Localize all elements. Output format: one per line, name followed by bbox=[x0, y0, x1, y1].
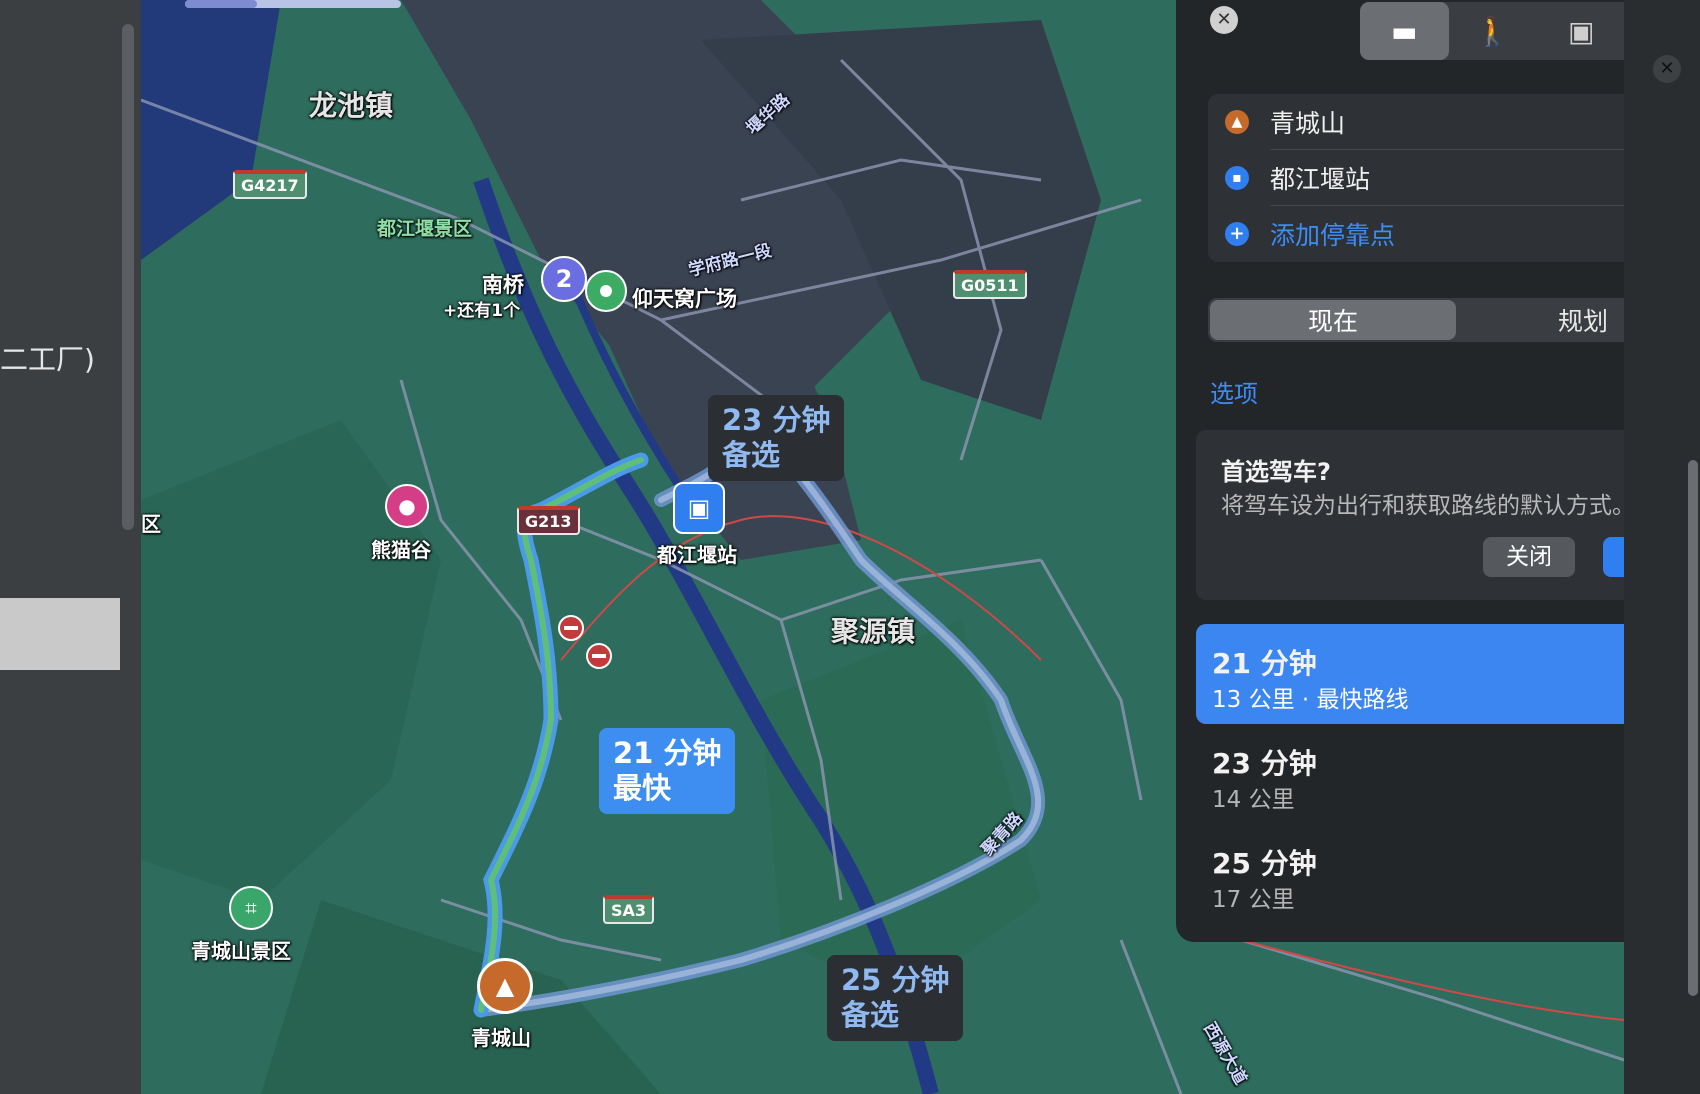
directions-panel: ✕ ▬ 🚶 ▣ ◎ ▲ 青城山 ▪ 都江堰站 + 添加停靠点 bbox=[1176, 0, 1624, 942]
route-callout-label: 备选 bbox=[841, 998, 900, 1032]
route-callout-alt-25[interactable]: 25 分钟 备选 bbox=[827, 955, 964, 1041]
highway-shield-g4217: G4217 bbox=[233, 170, 307, 199]
train-station-icon[interactable]: ▣ bbox=[673, 482, 725, 534]
route-info: 17 公里 bbox=[1212, 887, 1295, 913]
route-time: 25 分钟 bbox=[1212, 847, 1317, 880]
plus-icon: + bbox=[1225, 222, 1249, 246]
tab-plan[interactable]: 规划 bbox=[1460, 300, 1624, 340]
transport-mode-selector: ▬ 🚶 ▣ ◎ bbox=[1360, 2, 1624, 60]
drive-mode-button[interactable]: ▬ bbox=[1360, 2, 1449, 60]
walk-mode-button[interactable]: 🚶 bbox=[1449, 2, 1538, 60]
close-button[interactable]: ✕ bbox=[1210, 6, 1238, 34]
train-icon: ▣ bbox=[1568, 14, 1595, 48]
train-icon: ▪ bbox=[1225, 166, 1249, 190]
route-callout-time: 21 分钟 bbox=[613, 736, 722, 770]
poi-panda-valley[interactable]: 熊猫谷 bbox=[371, 534, 431, 563]
highway-shield-g0511: G0511 bbox=[953, 270, 1027, 299]
highway-shield-sa3: SA3 bbox=[603, 895, 655, 924]
poi-nanqiao[interactable]: 南桥 bbox=[482, 269, 524, 299]
right-scrollbar[interactable] bbox=[1688, 460, 1698, 996]
prompt-description: 将驾车设为出行和获取路线的默认方式。 bbox=[1221, 493, 1624, 519]
left-window-fragment: 二工厂) bbox=[0, 0, 141, 1094]
poi-nanqiao-more[interactable]: +还有1个 bbox=[443, 296, 520, 321]
route-info: 14 公里 bbox=[1212, 787, 1295, 813]
right-window-fragment: ✕ bbox=[1624, 0, 1700, 1094]
route-callout-time: 25 分钟 bbox=[841, 963, 950, 997]
car-icon: ▬ bbox=[1391, 14, 1418, 48]
route-time: 23 分钟 bbox=[1212, 747, 1317, 780]
left-text-fragment: 二工厂) bbox=[0, 343, 95, 376]
origin-stop[interactable]: ▲ 青城山 bbox=[1208, 94, 1624, 150]
left-edge-label: 区 bbox=[141, 512, 161, 536]
route-stops: ▲ 青城山 ▪ 都江堰站 + 添加停靠点 bbox=[1208, 94, 1624, 262]
time-segmented-control: 现在 规划 bbox=[1208, 298, 1624, 342]
town-label-juyuan: 聚源镇 bbox=[831, 615, 916, 648]
close-icon[interactable]: ✕ bbox=[1653, 55, 1681, 83]
destination-label: 都江堰站 bbox=[1270, 165, 1371, 194]
poi-yangtianwo[interactable]: 仰天窝广场 bbox=[632, 283, 737, 313]
poi-qingchengshan[interactable]: 青城山 bbox=[471, 1022, 531, 1051]
highway-shield-g213: G213 bbox=[517, 506, 580, 535]
route-option[interactable]: 23 分钟 14 公里 › bbox=[1196, 724, 1624, 824]
walk-icon: 🚶 bbox=[1475, 14, 1511, 48]
route-callout-fastest[interactable]: 21 分钟 最快 bbox=[599, 728, 736, 814]
route-time: 21 分钟 bbox=[1212, 647, 1317, 680]
poi-qingcheng-scenic[interactable]: 青城山景区 bbox=[191, 935, 291, 964]
route-option[interactable]: 25 分钟 17 公里 › bbox=[1196, 824, 1624, 924]
add-stop-label: 添加停靠点 bbox=[1270, 221, 1396, 250]
mountain-icon[interactable]: ▲ bbox=[477, 958, 533, 1014]
transit-mode-button[interactable]: ▣ bbox=[1537, 2, 1624, 60]
origin-label: 青城山 bbox=[1270, 109, 1346, 138]
poi-plaza-icon[interactable] bbox=[585, 270, 627, 312]
town-label-longchi: 龙池镇 bbox=[309, 89, 394, 122]
route-callout-alt-23[interactable]: 23 分钟 备选 bbox=[708, 395, 845, 481]
add-stop-row[interactable]: + 添加停靠点 bbox=[1208, 206, 1624, 262]
poi-cluster-badge[interactable]: 2 bbox=[541, 256, 587, 302]
route-callout-label: 最快 bbox=[613, 771, 672, 805]
destination-stop[interactable]: ▪ 都江堰站 bbox=[1208, 150, 1624, 206]
left-selected-row[interactable] bbox=[0, 598, 120, 670]
route-callout-time: 23 分钟 bbox=[722, 403, 831, 437]
change-button[interactable]: 更改 bbox=[1603, 537, 1624, 577]
dismiss-button[interactable]: 关闭 bbox=[1483, 537, 1575, 577]
prompt-title: 首选驾车? bbox=[1221, 458, 1331, 486]
default-mode-prompt: 首选驾车? 将驾车设为出行和获取路线的默认方式。 关闭 更改 bbox=[1196, 430, 1624, 600]
route-list: 21 分钟 13 公里 · 最快路线 › 23 分钟 14 公里 › 25 分钟… bbox=[1196, 624, 1624, 924]
panda-icon[interactable]: ● bbox=[385, 484, 429, 528]
route-callout-label: 备选 bbox=[722, 438, 781, 472]
mountain-icon: ▲ bbox=[1225, 110, 1249, 134]
left-scrollbar[interactable] bbox=[122, 24, 134, 530]
options-link[interactable]: 选项 bbox=[1210, 374, 1258, 409]
route-option[interactable]: 21 分钟 13 公里 · 最快路线 › bbox=[1196, 624, 1624, 724]
binoculars-icon[interactable]: ⌗ bbox=[229, 886, 273, 930]
poi-dujiangyan-station[interactable]: 都江堰站 bbox=[657, 539, 737, 568]
route-info: 13 公里 · 最快路线 bbox=[1212, 687, 1409, 713]
map-view[interactable]: 龙池镇 聚源镇 区 G4217 G0511 G213 SA3 都江堰景区 南桥 … bbox=[141, 0, 1624, 1094]
tab-now[interactable]: 现在 bbox=[1210, 300, 1456, 340]
poi-dujiangyan-scenic[interactable]: 都江堰景区 bbox=[377, 214, 472, 241]
